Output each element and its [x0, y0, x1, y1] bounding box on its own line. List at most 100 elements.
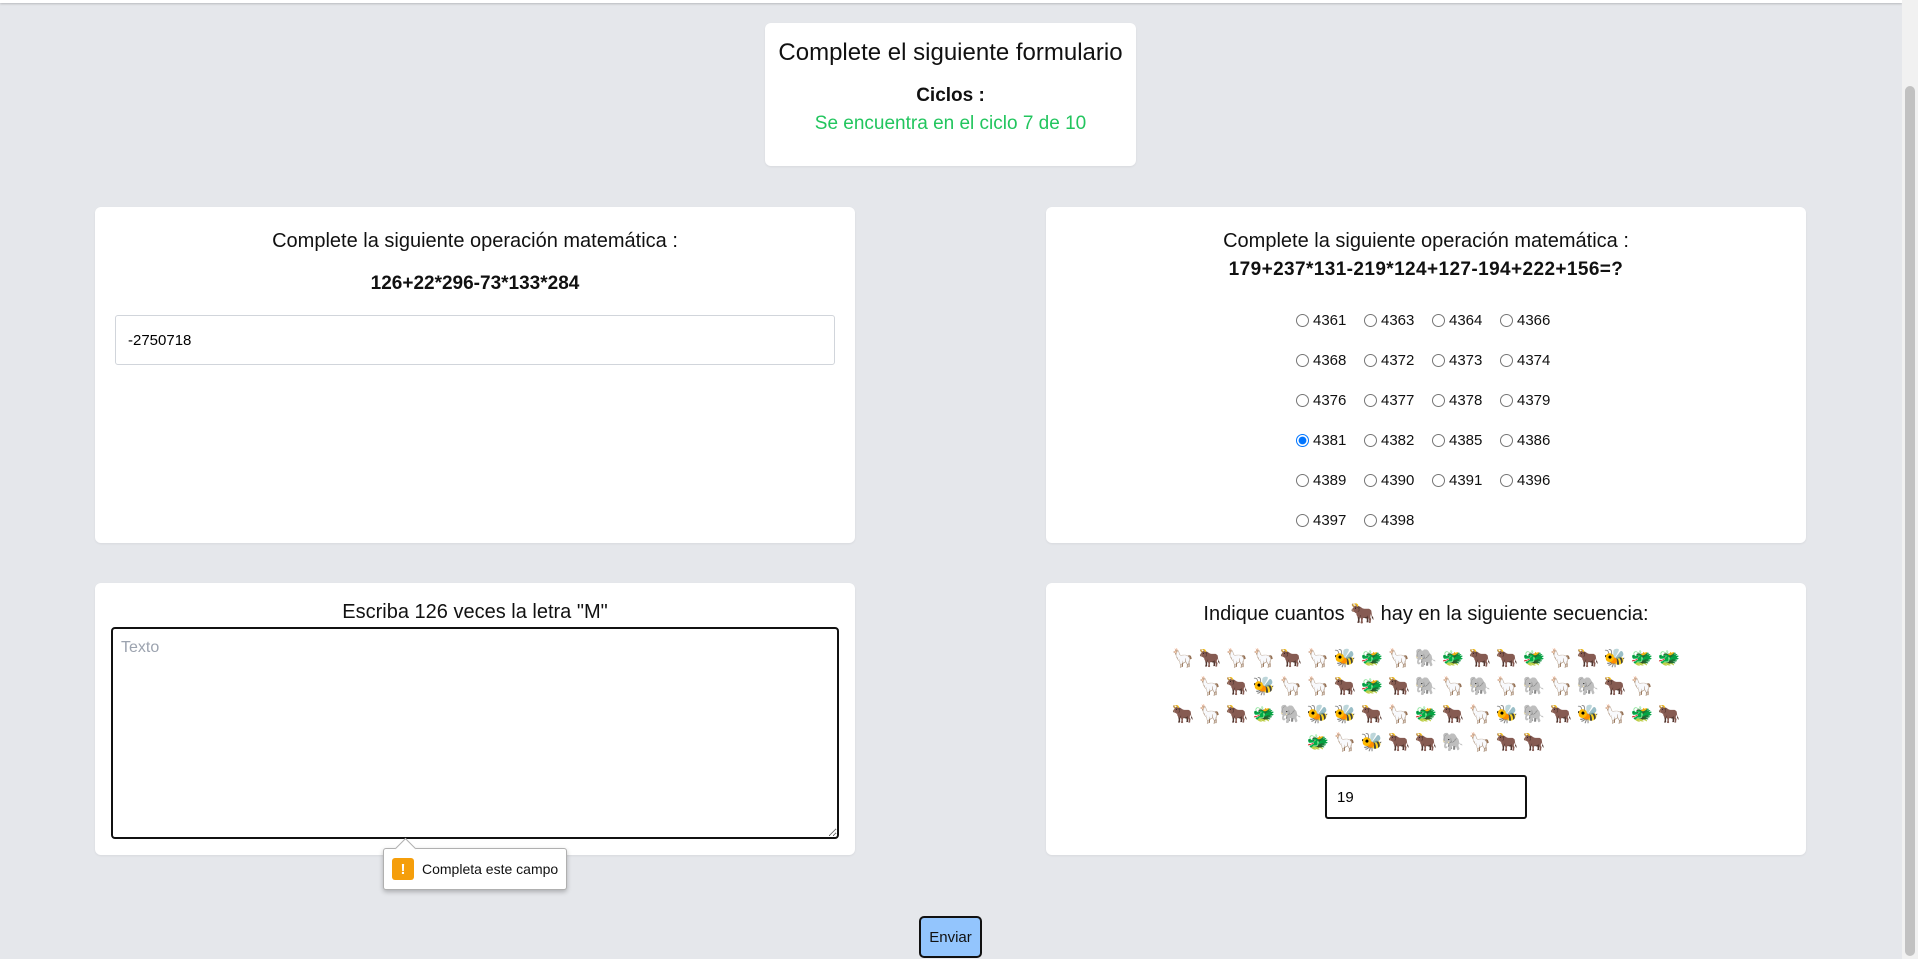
math-answer-input[interactable]: [115, 315, 835, 365]
emoji-item: 🦙: [1549, 648, 1573, 669]
radio-option-4373[interactable]: 4373: [1432, 352, 1500, 369]
radio-option-4397[interactable]: 4397: [1296, 512, 1364, 529]
radio-label: 4396: [1517, 471, 1551, 489]
radio-option-4390[interactable]: 4390: [1364, 472, 1432, 489]
radio-option-4396[interactable]: 4396: [1500, 472, 1568, 489]
radio-option-4398[interactable]: 4398: [1364, 512, 1432, 529]
emoji-item: 🦙: [1225, 648, 1249, 669]
radio-option-4381[interactable]: 4381: [1296, 432, 1364, 449]
radio-button[interactable]: [1500, 393, 1513, 407]
radio-option-4386[interactable]: 4386: [1500, 432, 1568, 449]
radio-label: 4385: [1449, 431, 1483, 449]
emoji-item: 🐲: [1252, 704, 1276, 725]
radio-label: 4391: [1449, 471, 1483, 489]
emoji-item: 🐂: [1360, 704, 1384, 725]
radio-button[interactable]: [1500, 473, 1513, 487]
radio-option-4382[interactable]: 4382: [1364, 432, 1432, 449]
emoji-item: 🐂: [1576, 648, 1600, 669]
radio-option-4391[interactable]: 4391: [1432, 472, 1500, 489]
emoji-item: 🐝: [1252, 676, 1276, 697]
emoji-item: 🐂: [1333, 676, 1357, 697]
radio-option-4363[interactable]: 4363: [1364, 312, 1432, 329]
radio-button[interactable]: [1296, 313, 1309, 327]
tooltip-text: Completa este campo: [422, 861, 559, 877]
radio-row: 4361 4363 4364 4366: [1296, 300, 1596, 340]
emoji-item: 🐝: [1603, 648, 1627, 669]
radio-label: 4364: [1449, 311, 1483, 329]
question-title: Indique cuantos 🐂 hay en la siguiente se…: [1203, 603, 1649, 625]
radio-label: 4376: [1313, 391, 1347, 409]
radio-label: 4379: [1517, 391, 1551, 409]
page-scrollbar[interactable]: [1902, 0, 1918, 959]
math-question-card-2: Complete la siguiente operación matemáti…: [1046, 207, 1806, 543]
radio-option-4374[interactable]: 4374: [1500, 352, 1568, 369]
radio-label: 4389: [1313, 471, 1347, 489]
radio-button[interactable]: [1432, 473, 1445, 487]
radio-button[interactable]: [1296, 433, 1309, 447]
emoji-item: 🐲: [1360, 648, 1384, 669]
radio-button[interactable]: [1364, 313, 1377, 327]
emoji-item: 🐝: [1333, 704, 1357, 725]
radio-button[interactable]: [1364, 433, 1377, 447]
radio-option-4378[interactable]: 4378: [1432, 392, 1500, 409]
emoji-item: 🐲: [1630, 704, 1654, 725]
radio-button[interactable]: [1364, 513, 1377, 527]
emoji-item: 🐂: [1468, 648, 1492, 669]
radio-button[interactable]: [1364, 393, 1377, 407]
radio-button[interactable]: [1296, 353, 1309, 367]
emoji-item: 🐘: [1522, 704, 1546, 725]
emoji-item: 🦙: [1387, 704, 1411, 725]
count-answer-input[interactable]: [1325, 775, 1527, 819]
emoji-item: 🐂: [1522, 732, 1546, 753]
radio-option-4379[interactable]: 4379: [1500, 392, 1568, 409]
question-title: Complete la siguiente operación matemáti…: [272, 230, 678, 252]
validation-tooltip: ! Completa este campo: [383, 848, 567, 890]
emoji-item: 🐘: [1576, 676, 1600, 697]
radio-option-4364[interactable]: 4364: [1432, 312, 1500, 329]
emoji-item: 🦙: [1441, 676, 1465, 697]
radio-button[interactable]: [1500, 313, 1513, 327]
emoji-item: 🐲: [1657, 648, 1681, 669]
emoji-item: 🐂: [1657, 704, 1681, 725]
radio-option-4372[interactable]: 4372: [1364, 352, 1432, 369]
radio-button[interactable]: [1432, 433, 1445, 447]
scrollbar-thumb[interactable]: [1905, 86, 1915, 956]
radio-option-4385[interactable]: 4385: [1432, 432, 1500, 449]
radio-option-4376[interactable]: 4376: [1296, 392, 1364, 409]
emoji-item: 🦙: [1468, 704, 1492, 725]
radio-button[interactable]: [1432, 313, 1445, 327]
radio-button[interactable]: [1296, 513, 1309, 527]
cycle-status: Se encuentra en el ciclo 7 de 10: [814, 113, 1087, 134]
radio-button[interactable]: [1500, 353, 1513, 367]
question-title: Complete la siguiente operación matemáti…: [1223, 230, 1629, 252]
radio-option-4377[interactable]: 4377: [1364, 392, 1432, 409]
radio-option-4366[interactable]: 4366: [1500, 312, 1568, 329]
math-operation: 179+237*131-219*124+127-194+222+156=?: [1228, 259, 1624, 280]
emoji-sequence: 🦙 🐂 🦙 🦙 🐂 🦙 🐝 🐲 🦙 🐘 🐲 🐂 🐂 🐲 🦙 🐂 🐝 🐲 🐲 🦙 🐂 🐝 🦙 🦙 🐂 🐲 🐂 🐘 🦙 🐘 🦙 🐘 🦙 🐘 🐂 🦙 🐂 🦙 🐂 🐲…: [1166, 645, 1686, 757]
radio-button[interactable]: [1296, 473, 1309, 487]
radio-row: 4381 4382 4385 4386: [1296, 420, 1596, 460]
radio-button[interactable]: [1296, 393, 1309, 407]
question-title: Escriba 126 veces la letra "M": [342, 601, 608, 623]
radio-option-4361[interactable]: 4361: [1296, 312, 1364, 329]
radio-button[interactable]: [1432, 353, 1445, 367]
radio-option-4389[interactable]: 4389: [1296, 472, 1364, 489]
emoji-item: 🐝: [1360, 732, 1384, 753]
radio-label: 4378: [1449, 391, 1483, 409]
form-header-card: Complete el siguiente formulario Ciclos …: [765, 23, 1136, 166]
radio-label: 4381: [1313, 431, 1347, 449]
emoji-item: 🐝: [1333, 648, 1357, 669]
radio-button[interactable]: [1432, 393, 1445, 407]
emoji-item: 🐂: [1225, 704, 1249, 725]
radio-option-4368[interactable]: 4368: [1296, 352, 1364, 369]
letter-text-area[interactable]: [111, 627, 839, 839]
emoji-item: 🐲: [1522, 648, 1546, 669]
radio-button[interactable]: [1500, 433, 1513, 447]
radio-row: 4376 4377 4378 4379: [1296, 380, 1596, 420]
warning-icon: !: [392, 858, 414, 880]
emoji-item: 🦙: [1387, 648, 1411, 669]
radio-button[interactable]: [1364, 353, 1377, 367]
emoji-row: 🦙 🐂 🐝 🦙 🦙 🐂 🐲 🐂 🐘 🦙 🐘 🦙 🐘 🦙 🐘 🐂 🦙: [1166, 673, 1686, 701]
radio-button[interactable]: [1364, 473, 1377, 487]
submit-button[interactable]: Enviar: [919, 916, 982, 958]
